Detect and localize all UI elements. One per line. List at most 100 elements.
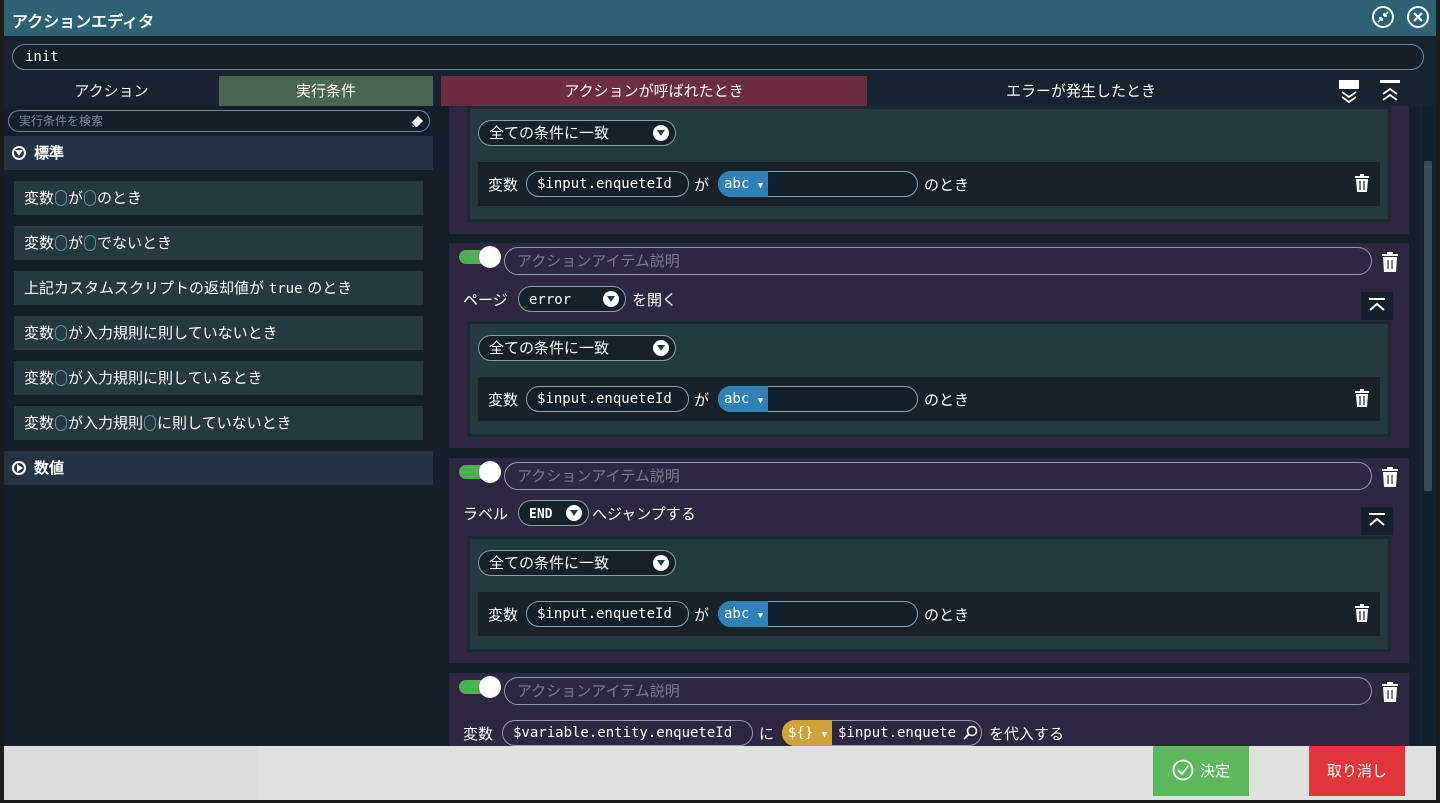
tab-conditions[interactable]: 実行条件 bbox=[219, 76, 433, 106]
trash-icon[interactable] bbox=[1355, 604, 1369, 622]
dialog-footer: 決定 取り消し bbox=[4, 746, 1436, 800]
cond-text: が bbox=[694, 606, 710, 624]
condition-search-input[interactable]: 実行条件を検索 bbox=[8, 110, 430, 132]
action-name-input[interactable]: init bbox=[12, 44, 1424, 70]
tab-when-error[interactable]: エラーが発生したとき bbox=[867, 76, 1295, 106]
item-text: 変数 bbox=[24, 234, 55, 252]
expression-value: $input.enquete bbox=[838, 725, 957, 741]
match-mode-select[interactable]: 全ての条件に一致 bbox=[478, 550, 676, 576]
match-mode-value: 全ての条件に一致 bbox=[489, 554, 610, 572]
slot-placeholder bbox=[55, 235, 68, 251]
expand-all-icon[interactable] bbox=[1338, 78, 1360, 104]
match-mode-select[interactable]: 全ての条件に一致 bbox=[478, 335, 676, 361]
match-mode-value: 全ての条件に一致 bbox=[489, 339, 610, 357]
label-value: END bbox=[529, 507, 553, 522]
close-icon[interactable] bbox=[1407, 6, 1429, 28]
variable-input[interactable]: $input.enqueteId bbox=[526, 171, 689, 197]
item-text: 変数 bbox=[24, 324, 55, 342]
action-item: アクションアイテム説明 ページ error を開く 全ての条件に一致 変数 $i… bbox=[449, 243, 1409, 448]
slot-placeholder bbox=[55, 325, 68, 341]
cond-text: のとき bbox=[924, 176, 970, 194]
type-value: abc bbox=[724, 606, 750, 622]
description-placeholder: アクションアイテム説明 bbox=[517, 252, 680, 270]
fold-conditions-button[interactable] bbox=[1361, 507, 1393, 535]
group-numeric[interactable]: 数値 bbox=[4, 451, 433, 485]
x-icon bbox=[1413, 12, 1423, 22]
action-text: 変数 bbox=[463, 725, 494, 743]
main-scrollbar[interactable] bbox=[1422, 106, 1434, 746]
action-text: ラベル bbox=[463, 505, 509, 523]
condition-item-var-not-equals[interactable]: 変数がでないとき bbox=[14, 226, 423, 260]
cancel-button[interactable]: 取り消し bbox=[1309, 746, 1405, 796]
action-text: へジャンプする bbox=[592, 505, 696, 523]
action-item: アクションアイテム説明 ラベル END へジャンプする 全ての条件に一致 変数 bbox=[449, 458, 1409, 663]
enable-toggle[interactable] bbox=[459, 676, 501, 698]
dropdown-icon bbox=[603, 291, 619, 307]
variable-input[interactable]: $input.enqueteId bbox=[526, 601, 689, 627]
description-placeholder: アクションアイテム説明 bbox=[517, 467, 680, 485]
type-select[interactable]: abc ▼ bbox=[718, 386, 768, 412]
trash-icon[interactable] bbox=[1382, 252, 1398, 272]
enable-toggle[interactable] bbox=[459, 461, 501, 483]
trash-icon[interactable] bbox=[1382, 467, 1398, 487]
condition-item-var-rule-invalid[interactable]: 変数 が入力規則 に則していないとき bbox=[14, 406, 423, 440]
collapse-all-icon[interactable] bbox=[1379, 78, 1401, 104]
type-select[interactable]: abc ▼ bbox=[718, 171, 768, 197]
fold-conditions-button[interactable] bbox=[1361, 292, 1393, 320]
description-input[interactable]: アクションアイテム説明 bbox=[504, 247, 1372, 275]
match-mode-select[interactable]: 全ての条件に一致 bbox=[478, 120, 676, 146]
item-text: 変数 bbox=[24, 414, 55, 432]
condition-row: 変数 $input.enqueteId が abc ▼ のとき bbox=[478, 592, 1380, 636]
group-label: 数値 bbox=[34, 459, 65, 477]
slot-placeholder bbox=[84, 235, 97, 251]
expression-type-select[interactable]: ${} ▼ bbox=[782, 720, 832, 746]
page-select[interactable]: error bbox=[518, 286, 626, 312]
item-code: true bbox=[268, 281, 303, 297]
page-value: error bbox=[529, 292, 572, 308]
slot-placeholder bbox=[55, 415, 68, 431]
enable-toggle[interactable] bbox=[459, 246, 501, 268]
type-value: abc bbox=[724, 391, 750, 407]
trash-icon[interactable] bbox=[1382, 682, 1398, 702]
item-text: でないとき bbox=[97, 234, 173, 252]
condition-block: 全ての条件に一致 変数 $input.enqueteId が abc ▼ のとき bbox=[467, 321, 1391, 437]
condition-item-var-invalid[interactable]: 変数 が入力規則に則していないとき bbox=[14, 316, 423, 350]
condition-row: 変数 $input.enqueteId が abc ▼ のとき bbox=[478, 377, 1380, 421]
cond-label: 変数 bbox=[488, 391, 519, 409]
cond-text: のとき bbox=[924, 391, 970, 409]
dropdown-icon bbox=[653, 555, 669, 571]
check-circle-icon bbox=[1172, 759, 1194, 781]
ok-button[interactable]: 決定 bbox=[1153, 746, 1249, 796]
condition-item-custom-script[interactable]: 上記カスタムスクリプトの返却値が true のとき bbox=[14, 271, 423, 305]
slot-placeholder bbox=[144, 415, 157, 431]
description-input[interactable]: アクションアイテム説明 bbox=[504, 677, 1372, 705]
condition-item-var-equals[interactable]: 変数がのとき bbox=[14, 181, 423, 215]
condition-row: 変数 $input.enqueteId が abc ▼ のとき bbox=[478, 162, 1380, 206]
chevron-down-circle-icon bbox=[12, 146, 26, 160]
dropdown-icon bbox=[566, 505, 582, 521]
group-standard[interactable]: 標準 bbox=[4, 136, 433, 170]
item-text: のとき bbox=[97, 189, 143, 207]
trash-icon[interactable] bbox=[1355, 389, 1369, 407]
minimize-icon[interactable] bbox=[1372, 6, 1394, 28]
item-text: が入力規則に則していないとき bbox=[68, 324, 278, 342]
trash-icon[interactable] bbox=[1355, 174, 1369, 192]
eraser-icon[interactable] bbox=[409, 113, 425, 129]
caret-icon: ▼ bbox=[757, 396, 764, 406]
action-list: 全ての条件に一致 変数 $input.enqueteId が abc ▼ のとき bbox=[437, 106, 1420, 746]
label-select[interactable]: END bbox=[518, 500, 589, 526]
group-label: 標準 bbox=[34, 144, 65, 162]
tab-action[interactable]: アクション bbox=[4, 76, 219, 106]
tab-when-called[interactable]: アクションが呼ばれたとき bbox=[441, 76, 867, 106]
title-bar: アクションエディタ bbox=[4, 0, 1436, 36]
condition-item-var-valid[interactable]: 変数 が入力規則に則しているとき bbox=[14, 361, 423, 395]
action-item: 全ての条件に一致 変数 $input.enqueteId が abc ▼ のとき bbox=[449, 106, 1409, 234]
match-mode-value: 全ての条件に一致 bbox=[489, 124, 610, 142]
search-icon[interactable] bbox=[962, 725, 978, 741]
description-input[interactable]: アクションアイテム説明 bbox=[504, 462, 1372, 490]
item-text: に則していないとき bbox=[157, 414, 292, 432]
scrollbar-thumb[interactable] bbox=[1424, 161, 1432, 491]
type-select[interactable]: abc ▼ bbox=[718, 601, 768, 627]
variable-input[interactable]: $variable.entity.enqueteId bbox=[502, 720, 753, 746]
variable-input[interactable]: $input.enqueteId bbox=[526, 386, 689, 412]
